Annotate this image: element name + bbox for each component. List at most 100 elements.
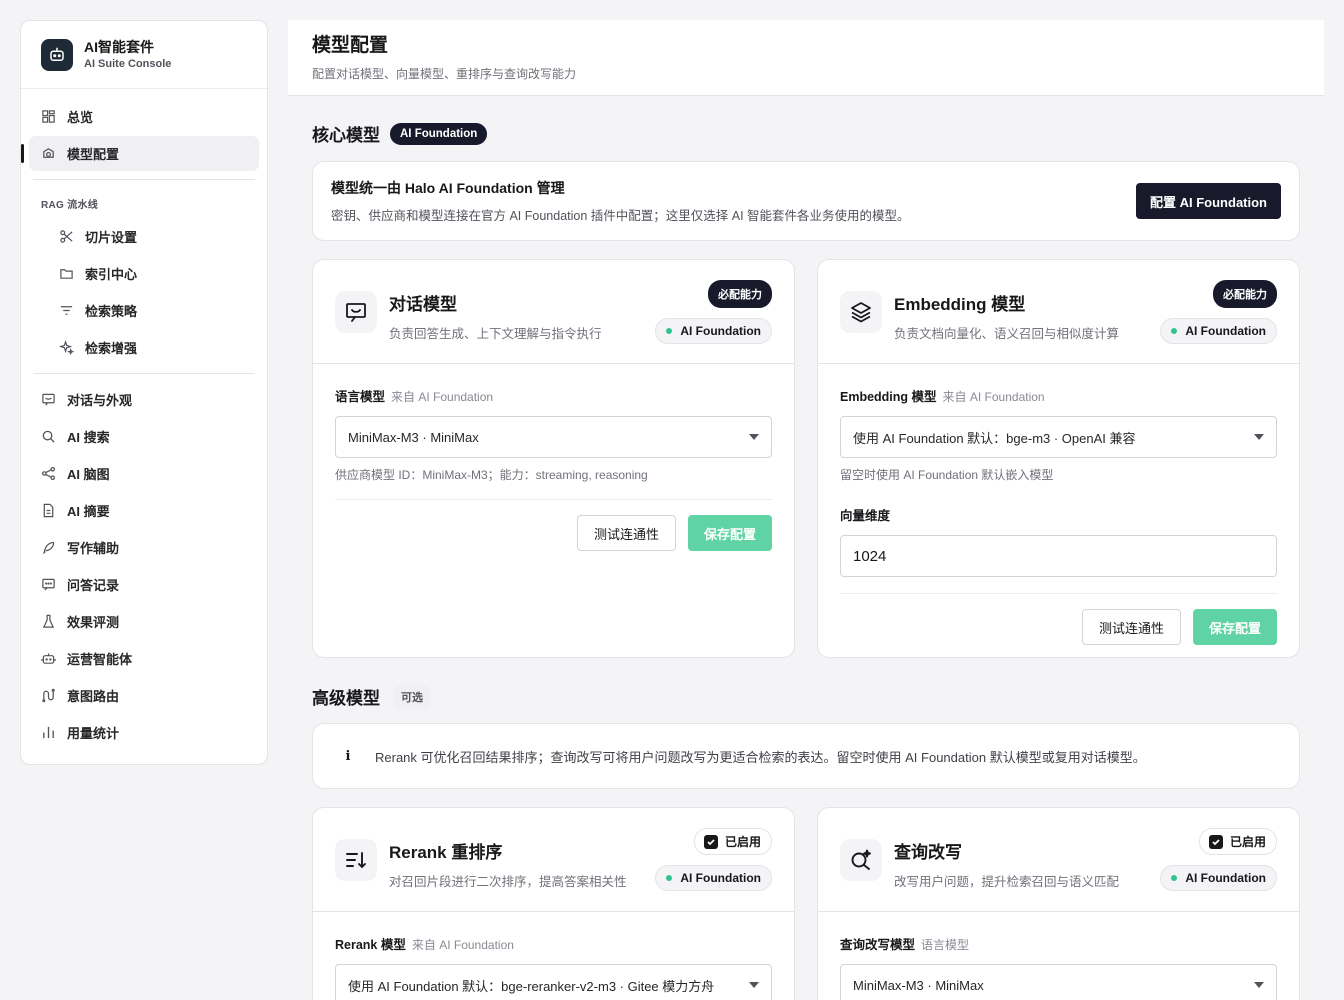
chevron-down-icon [1254, 434, 1264, 440]
field-hint: 供应商模型 ID：MiniMax-M3；能力：streaming, reason… [335, 468, 648, 482]
field-label-text: 向量维度 [840, 509, 891, 523]
select-value: MiniMax-M3 · MiniMax [853, 977, 984, 993]
field-label-text: 语言模型 [335, 390, 386, 404]
chevron-down-icon [1254, 982, 1264, 988]
sidebar-item-usage-stats[interactable]: 用量统计 [29, 715, 259, 750]
query-rewrite-model-select[interactable]: MiniMax-M3 · MiniMax [840, 964, 1277, 1000]
card-desc: 改写用户问题，提升检索召回与语义匹配 [894, 875, 1120, 889]
field-label-text: Rerank 模型 [335, 938, 406, 952]
required-badge: 必配能力 [708, 280, 772, 308]
info-icon: i [345, 748, 351, 764]
test-connection-button[interactable]: 测试连通性 [1081, 609, 1181, 645]
sidebar-nav: 总览 模型配置 RAG 流水线 切片设置 索引中心 检索策略 检索增强 对话与外… [21, 89, 267, 762]
save-config-button[interactable]: 保存配置 [687, 515, 772, 551]
sidebar-item-retrieval-strategy[interactable]: 检索策略 [29, 293, 259, 328]
nav-group-rag: RAG 流水线 [41, 200, 99, 211]
model-icon [41, 146, 56, 161]
field-label: 查询改写模型 语言模型 [840, 934, 1277, 953]
test-connection-button[interactable]: 测试连通性 [576, 515, 676, 551]
field-label-text: 查询改写模型 [840, 938, 916, 952]
source-badge-label: AI Foundation [680, 871, 761, 885]
document-icon [41, 503, 56, 518]
rerank-model-select[interactable]: 使用 AI Foundation 默认：bge-reranker-v2-m3 ·… [335, 964, 772, 1000]
sidebar: AI智能套件 AI Suite Console 总览 模型配置 RAG 流水线 … [20, 20, 268, 765]
status-dot-icon [1171, 328, 1178, 334]
enabled-toggle[interactable]: 已启用 [1198, 828, 1277, 855]
source-badge-label: AI Foundation [680, 324, 761, 338]
sidebar-item-ops-agent[interactable]: 运营智能体 [29, 641, 259, 676]
search-icon [41, 429, 56, 444]
field-source: 来自 AI Foundation [391, 390, 494, 404]
field-source: 来自 AI Foundation [411, 938, 514, 952]
embedding-model-select[interactable]: 使用 AI Foundation 默认：bge-m3 · OpenAI 兼容 [840, 416, 1277, 458]
sidebar-item-ai-summary[interactable]: AI 摘要 [29, 493, 259, 528]
card-desc: 负责回答生成、上下文理解与指令执行 [389, 327, 602, 341]
route-icon [41, 688, 56, 703]
sidebar-item-label: 对话与外观 [67, 393, 133, 408]
enabled-label: 已启用 [724, 835, 761, 849]
source-badge: AI Foundation [1160, 865, 1277, 891]
optional-badge: 可选 [393, 684, 431, 709]
section-core-models: 核心模型 AI Foundation [312, 121, 488, 146]
layers-icon [840, 291, 882, 333]
source-badge: AI Foundation [655, 865, 772, 891]
status-dot-icon [1171, 875, 1178, 881]
field-label: Embedding 模型 来自 AI Foundation [840, 386, 1277, 405]
robot-icon [41, 651, 56, 666]
sidebar-item-index-center[interactable]: 索引中心 [29, 256, 259, 291]
divider [33, 373, 255, 374]
source-badge-label: AI Foundation [1185, 324, 1266, 338]
sidebar-item-ai-mindmap[interactable]: AI 脑图 [29, 456, 259, 491]
mindmap-icon [41, 466, 56, 481]
divider [33, 179, 255, 180]
chat-model-select[interactable]: MiniMax-M3 · MiniMax [335, 416, 772, 458]
section-badge: AI Foundation [390, 122, 488, 145]
sidebar-item-label: 运营智能体 [67, 652, 133, 667]
vector-dimension-input[interactable]: 1024 [840, 535, 1277, 577]
sidebar-item-chunking[interactable]: 切片设置 [29, 219, 259, 254]
save-config-button[interactable]: 保存配置 [1192, 609, 1277, 645]
brand[interactable]: AI智能套件 AI Suite Console [21, 21, 267, 89]
sort-icon [335, 839, 377, 881]
status-dot-icon [666, 875, 673, 881]
chat-icon [41, 392, 56, 407]
sidebar-item-ai-search[interactable]: AI 搜索 [29, 419, 259, 454]
sidebar-item-intent-route[interactable]: 意图路由 [29, 678, 259, 713]
chevron-down-icon [749, 434, 759, 440]
embedding-model-card: Embedding 模型 负责文档向量化、语义召回与相似度计算 必配能力 AI … [817, 259, 1300, 658]
source-badge: AI Foundation [1160, 318, 1277, 344]
sidebar-item-retrieval-enhance[interactable]: 检索增强 [29, 330, 259, 365]
sidebar-item-label: 检索增强 [85, 341, 138, 356]
card-title: 对话模型 [389, 295, 457, 314]
section-title: 核心模型 [312, 126, 380, 145]
enabled-toggle[interactable]: 已启用 [693, 828, 772, 855]
checkbox-checked-icon [1208, 834, 1223, 849]
sidebar-item-label: 写作辅助 [67, 541, 120, 556]
page-title: 模型配置 [312, 35, 389, 56]
sidebar-item-evaluation[interactable]: 效果评测 [29, 604, 259, 639]
sidebar-item-model-config[interactable]: 模型配置 [21, 136, 259, 171]
chat-model-card: 对话模型 负责回答生成、上下文理解与指令执行 必配能力 AI Foundatio… [312, 259, 795, 658]
query-rewrite-card: 查询改写 改写用户问题，提升检索召回与语义匹配 已启用 AI Foundatio… [817, 807, 1300, 1000]
configure-foundation-button[interactable]: 配置 AI Foundation [1136, 183, 1281, 219]
page-subtitle: 配置对话模型、向量模型、重排序与查询改写能力 [312, 67, 577, 81]
field-source: 来自 AI Foundation [942, 390, 1045, 404]
card-desc: 负责文档向量化、语义召回与相似度计算 [894, 327, 1120, 341]
sidebar-item-chat-appearance[interactable]: 对话与外观 [29, 382, 259, 417]
notice-text: Rerank 可优化召回结果排序；查询改写可将用户问题改写为更适合检索的表达。留… [375, 749, 1146, 765]
advanced-notice: i Rerank 可优化召回结果排序；查询改写可将用户问题改写为更适合检索的表达… [312, 723, 1300, 789]
scissors-icon [59, 229, 74, 244]
card-desc: 对召回片段进行二次排序，提高答案相关性 [389, 875, 627, 889]
grid-icon [41, 109, 56, 124]
field-hint: 留空时使用 AI Foundation 默认嵌入模型 [840, 468, 1054, 482]
sidebar-item-qa-records[interactable]: 问答记录 [29, 567, 259, 602]
sidebar-item-writing-assist[interactable]: 写作辅助 [29, 530, 259, 565]
bar-chart-icon [41, 725, 56, 740]
select-value: 使用 AI Foundation 默认：bge-m3 · OpenAI 兼容 [853, 430, 1136, 446]
sidebar-item-label: AI 摘要 [67, 504, 110, 519]
required-badge: 必配能力 [1213, 280, 1277, 308]
sidebar-item-label: 总览 [67, 110, 94, 125]
sidebar-item-overview[interactable]: 总览 [29, 99, 259, 134]
sidebar-item-label: AI 脑图 [67, 467, 110, 482]
checkbox-checked-icon [703, 834, 718, 849]
